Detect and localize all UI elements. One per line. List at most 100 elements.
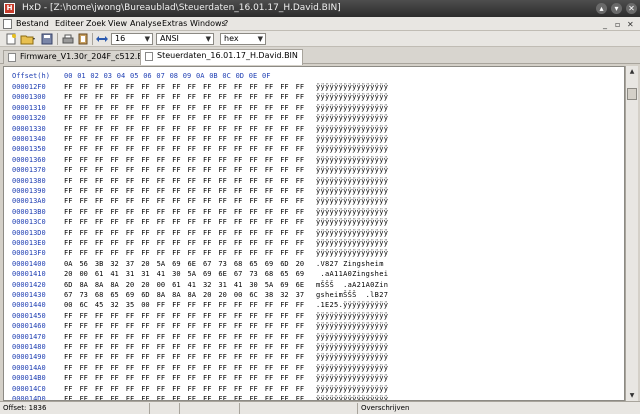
row-ascii-text[interactable]: ÿÿÿÿÿÿÿÿÿÿÿÿÿÿÿÿ [316,343,388,354]
save-disk-icon[interactable] [40,33,54,45]
row-hex-bytes[interactable]: FF FF FF FF FF FF FF FF FF FF FF FF FF F… [64,312,304,323]
row-hex-bytes[interactable]: FF FF FF FF FF FF FF FF FF FF FF FF FF F… [64,353,304,364]
hex-editor[interactable]: Offset(h) 00 01 02 03 04 05 06 07 08 09 0A 0B 0C 0D 0E… [3,66,625,401]
bytes-per-row-value: 16 [115,34,126,43]
chevron-down-icon: ▼ [257,35,263,43]
mdi-close-button[interactable]: ✕ [627,20,634,29]
row-width-icon [95,33,109,45]
row-ascii-text[interactable]: ÿÿÿÿÿÿÿÿÿÿÿÿÿÿÿÿ [316,322,388,333]
window-close-button[interactable]: ✕ [626,3,637,14]
row-hex-bytes[interactable]: FF FF FF FF FF FF FF FF FF FF FF FF FF F… [64,125,304,136]
row-offset: 000013B0 [12,207,46,216]
row-hex-bytes[interactable]: 67 73 68 65 69 6D 8A 8A 8A 20 20 00 6C 3… [64,291,304,302]
row-hex-bytes[interactable]: FF FF FF FF FF FF FF FF FF FF FF FF FF F… [64,385,304,396]
menu-editeer[interactable]: Editeer [55,19,84,28]
row-ascii-text[interactable]: ÿÿÿÿÿÿÿÿÿÿÿÿÿÿÿÿ [316,177,388,188]
row-ascii-text[interactable]: ÿÿÿÿÿÿÿÿÿÿÿÿÿÿÿÿ [316,218,388,229]
new-file-icon[interactable] [4,33,18,45]
row-ascii-text[interactable]: ÿÿÿÿÿÿÿÿÿÿÿÿÿÿÿÿ [316,135,388,146]
open-folder-icon[interactable] [20,33,35,45]
row-offset: 000014A0 [12,363,46,372]
row-ascii-text[interactable]: ÿÿÿÿÿÿÿÿÿÿÿÿÿÿÿÿ [316,104,388,115]
row-hex-bytes[interactable]: FF FF FF FF FF FF FF FF FF FF FF FF FF F… [64,249,304,260]
tab-steuerdaten[interactable]: Steuerdaten_16.01.17_H.David.BIN [140,49,303,65]
row-hex-bytes[interactable]: FF FF FF FF FF FF FF FF FF FF FF FF FF F… [64,218,304,229]
row-ascii-text[interactable]: ÿÿÿÿÿÿÿÿÿÿÿÿÿÿÿÿ [316,333,388,344]
row-ascii-text[interactable]: gsheimŠŠŠ .lB27 [316,291,388,302]
row-offset: 00001350 [12,145,46,154]
row-hex-bytes[interactable]: FF FF FF FF FF FF FF FF FF FF FF FF FF F… [64,156,304,167]
menu-bestand[interactable]: Bestand [16,19,49,28]
charset-select[interactable]: ANSI ▼ [156,33,214,45]
mdi-restore-button[interactable]: ▫ [615,20,620,29]
scroll-thumb[interactable] [627,88,637,100]
row-ascii-text[interactable]: ÿÿÿÿÿÿÿÿÿÿÿÿÿÿÿÿ [316,385,388,396]
row-ascii-text[interactable]: ÿÿÿÿÿÿÿÿÿÿÿÿÿÿÿÿ [316,239,388,250]
row-ascii-text[interactable]: ÿÿÿÿÿÿÿÿÿÿÿÿÿÿÿÿ [316,114,388,125]
row-ascii-text[interactable]: .aA11A0Zingshei [316,270,388,281]
row-hex-bytes[interactable]: FF FF FF FF FF FF FF FF FF FF FF FF FF F… [64,166,304,177]
row-hex-bytes[interactable]: FF FF FF FF FF FF FF FF FF FF FF FF FF F… [64,364,304,375]
row-hex-bytes[interactable]: FF FF FF FF FF FF FF FF FF FF FF FF FF F… [64,343,304,354]
row-hex-bytes[interactable]: FF FF FF FF FF FF FF FF FF FF FF FF FF F… [64,229,304,240]
window-maximize-button[interactable]: ▾ [611,3,622,14]
row-ascii-text[interactable]: .V827 Zingsheim [316,260,388,271]
row-ascii-text[interactable]: ÿÿÿÿÿÿÿÿÿÿÿÿÿÿÿÿ [316,197,388,208]
row-hex-bytes[interactable]: FF FF FF FF FF FF FF FF FF FF FF FF FF F… [64,145,304,156]
offset-base-select[interactable]: hex ▼ [220,33,266,45]
row-hex-bytes[interactable]: 0A 56 3B 32 37 20 5A 69 6E 67 73 68 65 6… [64,260,304,271]
row-ascii-text[interactable]: ÿÿÿÿÿÿÿÿÿÿÿÿÿÿÿÿ [316,374,388,385]
row-ascii-text[interactable]: ÿÿÿÿÿÿÿÿÿÿÿÿÿÿÿÿ [316,156,388,167]
row-hex-bytes[interactable]: 00 6C 45 32 35 00 FF FF FF FF FF FF FF F… [64,301,304,312]
scroll-down-arrow-icon[interactable]: ▼ [626,390,638,401]
row-hex-bytes[interactable]: FF FF FF FF FF FF FF FF FF FF FF FF FF F… [64,197,304,208]
row-hex-bytes[interactable]: FF FF FF FF FF FF FF FF FF FF FF FF FF F… [64,187,304,198]
row-hex-bytes[interactable]: FF FF FF FF FF FF FF FF FF FF FF FF FF F… [64,177,304,188]
row-hex-bytes[interactable]: FF FF FF FF FF FF FF FF FF FF FF FF FF F… [64,104,304,115]
row-ascii-text[interactable]: ÿÿÿÿÿÿÿÿÿÿÿÿÿÿÿÿ [316,364,388,375]
row-hex-bytes[interactable]: FF FF FF FF FF FF FF FF FF FF FF FF FF F… [64,114,304,125]
print-icon[interactable] [61,33,75,45]
menu-view[interactable]: View [108,19,127,28]
row-ascii-text[interactable]: ÿÿÿÿÿÿÿÿÿÿÿÿÿÿÿÿ [316,166,388,177]
row-hex-bytes[interactable]: FF FF FF FF FF FF FF FF FF FF FF FF FF F… [64,333,304,344]
row-ascii-text[interactable]: ÿÿÿÿÿÿÿÿÿÿÿÿÿÿÿÿ [316,208,388,219]
row-ascii-text[interactable]: ÿÿÿÿÿÿÿÿÿÿÿÿÿÿÿÿ [316,187,388,198]
row-hex-bytes[interactable]: FF FF FF FF FF FF FF FF FF FF FF FF FF F… [64,374,304,385]
menu-extras[interactable]: Extras [162,19,187,28]
row-offset: 00001320 [12,114,46,123]
row-hex-bytes[interactable]: FF FF FF FF FF FF FF FF FF FF FF FF FF F… [64,322,304,333]
charset-value: ANSI [160,34,179,43]
row-ascii-text[interactable]: ÿÿÿÿÿÿÿÿÿÿÿÿÿÿÿÿ [316,353,388,364]
row-hex-bytes[interactable]: 20 00 61 41 31 31 41 30 5A 69 6E 67 73 6… [64,270,304,281]
row-ascii-text[interactable]: ÿÿÿÿÿÿÿÿÿÿÿÿÿÿÿÿ [316,145,388,156]
window-minimize-button[interactable]: ▴ [596,3,607,14]
row-hex-bytes[interactable]: FF FF FF FF FF FF FF FF FF FF FF FF FF F… [64,135,304,146]
scroll-up-arrow-icon[interactable]: ▲ [626,66,638,77]
row-hex-bytes[interactable]: FF FF FF FF FF FF FF FF FF FF FF FF FF F… [64,93,304,104]
menu-analyse[interactable]: Analyse [130,19,162,28]
row-ascii-text[interactable]: ÿÿÿÿÿÿÿÿÿÿÿÿÿÿÿÿ [316,229,388,240]
bytes-per-row-select[interactable]: 16 ▼ [111,33,153,45]
row-ascii-text[interactable]: .1E25.ÿÿÿÿÿÿÿÿÿÿ [316,301,388,312]
mdi-minimize-button[interactable]: _ [603,20,607,29]
row-hex-bytes[interactable]: 6D 8A 8A 8A 20 20 00 61 41 32 31 41 30 5… [64,281,304,292]
row-ascii-text[interactable]: ÿÿÿÿÿÿÿÿÿÿÿÿÿÿÿÿ [316,249,388,260]
menu-zoek[interactable]: Zoek [86,19,106,28]
tab-firmware[interactable]: Firmware_V1.30r_204F_c512.BIN [3,50,157,64]
row-ascii-text[interactable]: ÿÿÿÿÿÿÿÿÿÿÿÿÿÿÿÿ [316,83,388,94]
row-offset: 00001450 [12,311,46,320]
row-ascii-text[interactable]: ÿÿÿÿÿÿÿÿÿÿÿÿÿÿÿÿ [316,312,388,323]
document-icon[interactable] [3,19,12,29]
row-ascii-text[interactable]: mŠŠŠ .aA21A0Zin [316,281,388,292]
row-hex-bytes[interactable]: FF FF FF FF FF FF FF FF FF FF FF FF FF F… [64,239,304,250]
menu-help[interactable]: ? [224,19,228,28]
vertical-scrollbar[interactable]: ▲ ▼ [625,66,638,401]
row-ascii-text[interactable]: ÿÿÿÿÿÿÿÿÿÿÿÿÿÿÿÿ [316,125,388,136]
file-tab-bar: Firmware_V1.30r_204F_c512.BIN Steuerdate… [0,47,640,65]
clipboard-icon[interactable] [76,33,90,45]
row-ascii-text[interactable]: ÿÿÿÿÿÿÿÿÿÿÿÿÿÿÿÿ [316,93,388,104]
row-hex-bytes[interactable]: FF FF FF FF FF FF FF FF FF FF FF FF FF F… [64,83,304,94]
row-hex-bytes[interactable]: FF FF FF FF FF FF FF FF FF FF FF FF FF F… [64,208,304,219]
menu-windows[interactable]: Windows [190,19,226,28]
